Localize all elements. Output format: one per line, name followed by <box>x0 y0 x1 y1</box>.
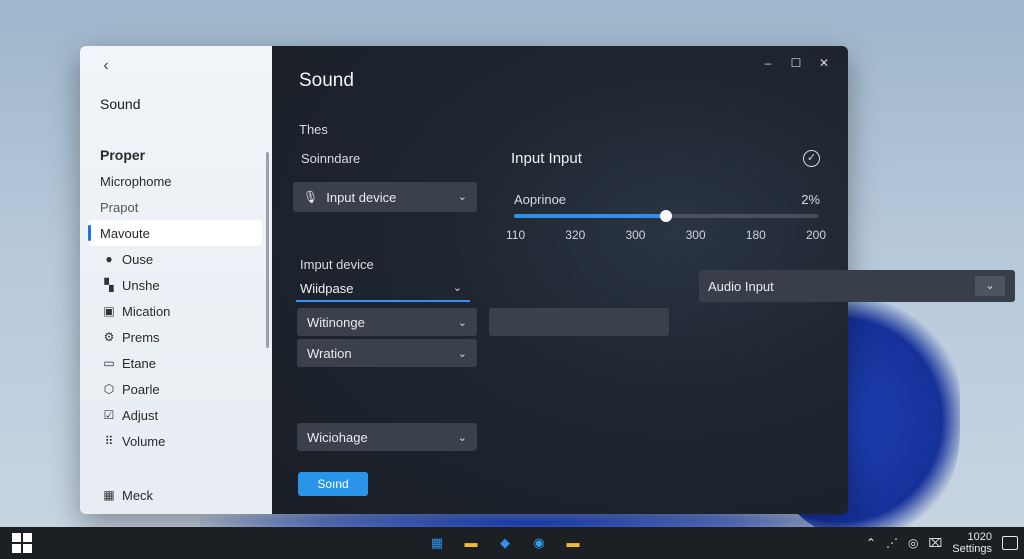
sidebar-item-volume[interactable]: ⠿ Volume <box>88 428 262 454</box>
network-icon[interactable]: ⋰ <box>886 536 898 550</box>
field-value: Wiidpase <box>300 280 354 296</box>
windows-store-icon[interactable]: ▦ <box>426 532 448 554</box>
minimize-button[interactable]: – <box>754 52 782 74</box>
camera-icon[interactable]: ⌧ <box>928 536 942 550</box>
chevron-up-icon[interactable]: ⌃ <box>866 536 876 550</box>
clock-time: 1020 <box>967 531 992 543</box>
dropdown-witinonge[interactable] <box>489 308 669 336</box>
clock-label: Settings <box>952 543 992 555</box>
chevron-down-icon: ⌄ <box>975 276 1005 296</box>
device-input-field[interactable]: Wiidpase ⌄ <box>296 276 470 302</box>
keyboard-icon: ▭ <box>103 356 115 370</box>
sidebar-item-unshe[interactable]: ▚ Unshe <box>88 272 262 298</box>
sidebar-item-adjust[interactable]: ☑ Adjust <box>88 402 262 428</box>
cube-icon[interactable]: ◆ <box>494 532 516 554</box>
input-device-label: Imput device <box>300 257 374 272</box>
sidebar-item-label: Proper <box>100 147 146 163</box>
folder-icon[interactable]: ▬ <box>460 532 482 554</box>
display-icon: ▣ <box>103 304 115 318</box>
windows-icon: ▦ <box>103 488 115 502</box>
sidebar-item-ouse[interactable]: ● Ouse <box>88 246 262 272</box>
subtitle: Thes <box>299 122 328 137</box>
sidebar-item-prems[interactable]: ⚙ Prems <box>88 324 262 350</box>
input-device-dropdown[interactable]: 🎙︎ Input device ⌄ <box>293 182 477 212</box>
sidebar-item-label: Unshe <box>122 277 160 293</box>
taskbar: ▦ ▬ ◆ ◉ ▬ ⌃ ⋰ ◎ ⌧ 1020 Settings <box>0 527 1024 559</box>
clock[interactable]: 1020 Settings <box>952 531 992 555</box>
chevron-down-icon: ⌄ <box>457 191 467 203</box>
sidebar-item-label: Meck <box>122 487 154 503</box>
sidebar-nav: Proper Microphome Prapot Mavoute ● Ouse … <box>88 142 262 454</box>
sidebar-item-label: Mavoute <box>100 225 150 241</box>
sidebar-item-proper[interactable]: Proper <box>88 142 262 168</box>
sidebar: ‹ Sound Proper Microphome Prapot Mavoute… <box>80 46 272 514</box>
mic-icon: 🎙︎ <box>303 190 319 204</box>
system-tray: ⌃ ⋰ ◎ ⌧ 1020 Settings <box>866 527 1018 559</box>
sidebar-item-label: Poarle <box>122 381 160 397</box>
check-icon: ☑ <box>103 408 115 422</box>
sidebar-item-label: Ouse <box>122 251 154 267</box>
sidebar-item-mavoute[interactable]: Mavoute <box>88 220 262 246</box>
section-label: Soinndare <box>301 151 361 166</box>
sidebar-item-prapot[interactable]: Prapot <box>88 194 262 220</box>
mic-icon: ● <box>105 252 113 266</box>
maximize-button[interactable]: ☐ <box>782 52 810 74</box>
volume-icon[interactable]: ◎ <box>908 536 918 550</box>
taskbar-apps: ▦ ▬ ◆ ◉ ▬ <box>426 532 584 554</box>
notification-icon[interactable] <box>1002 536 1018 550</box>
sidebar-title: Sound <box>100 96 141 112</box>
back-button[interactable]: ‹ <box>96 56 116 76</box>
grid-icon: ⠿ <box>104 434 114 448</box>
apps-icon: ▚ <box>104 278 114 292</box>
sidebar-item-etane[interactable]: ▭ Etane <box>88 350 262 376</box>
edge-icon[interactable]: ◉ <box>528 532 550 554</box>
window-controls: – ☐ ✕ <box>754 52 838 74</box>
sidebar-item-mication[interactable]: ▣ Mication <box>88 298 262 324</box>
gear-icon: ⚙ <box>103 330 115 344</box>
start-button[interactable] <box>12 533 32 553</box>
main-pane: – ☐ ✕ Sound Thes Soinndare 🎙︎ Input devi… <box>272 46 848 514</box>
sidebar-item-label: Adjust <box>122 407 159 423</box>
sidebar-item-meck[interactable]: ▦ Meck <box>88 482 262 508</box>
sidebar-item-label: Etane <box>122 355 156 371</box>
chevron-down-icon: ⌄ <box>452 282 462 294</box>
dropdown-label: Input device <box>326 189 397 205</box>
settings-window: ‹ Sound Proper Microphome Prapot Mavoute… <box>80 46 848 514</box>
files-icon[interactable]: ▬ <box>562 532 584 554</box>
page-title: Sound <box>299 70 354 91</box>
sidebar-item-label: Mication <box>122 303 171 319</box>
sidebar-item-poarle[interactable]: ⬡ Poarle <box>88 376 262 402</box>
sidebar-item-label: Volume <box>122 433 166 449</box>
shield-icon: ⬡ <box>103 382 115 396</box>
sidebar-item-label: Microphome <box>100 173 172 189</box>
sidebar-item-label: Prapot <box>100 199 139 215</box>
sidebar-item-label: Prems <box>122 329 160 345</box>
close-button[interactable]: ✕ <box>810 52 838 74</box>
sidebar-item-microphome[interactable]: Microphome <box>88 168 262 194</box>
sidebar-scrollbar[interactable] <box>266 152 269 348</box>
